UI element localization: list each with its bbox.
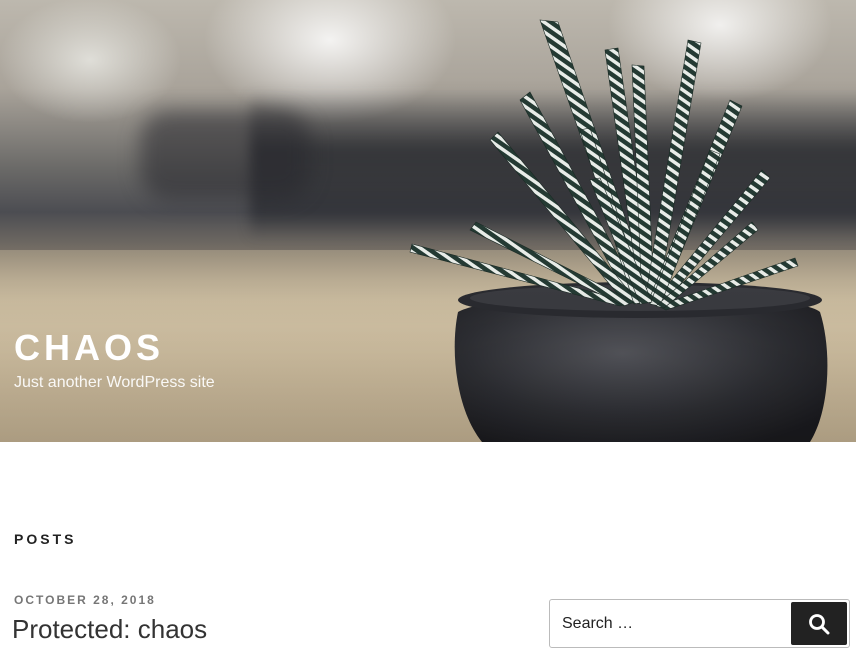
search-button[interactable] [791,602,847,645]
search-icon [809,613,830,634]
site-header: CHAOS Just another WordPress site [0,0,856,442]
page-title: POSTS [14,531,77,547]
post-title-link[interactable]: Protected: chaos [12,611,207,647]
site-title-link[interactable]: CHAOS [14,326,215,370]
site-description: Just another WordPress site [14,374,215,391]
site-branding: CHAOS Just another WordPress site [14,326,215,394]
search-form [549,599,850,648]
header-background-chair [140,110,310,200]
page: CHAOS Just another WordPress site POSTS … [0,0,856,654]
post-date-link[interactable]: OCTOBER 28, 2018 [14,593,156,607]
